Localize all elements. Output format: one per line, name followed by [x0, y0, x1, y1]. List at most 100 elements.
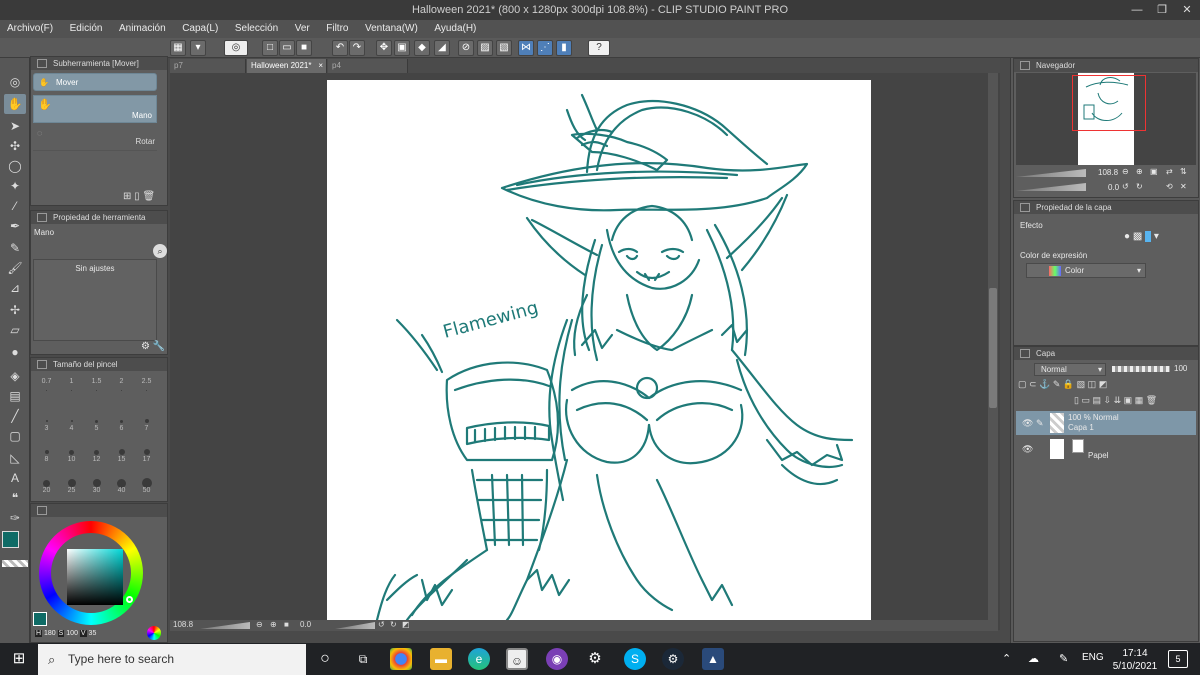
menu-edicion[interactable]: Edición — [63, 20, 110, 38]
skype-icon[interactable]: S — [624, 648, 646, 670]
language-indicator[interactable]: ENG — [1082, 652, 1104, 663]
pen-tool-icon[interactable]: ✒ — [4, 216, 26, 236]
layer-color-icon[interactable]: ■ — [1145, 231, 1152, 242]
opacity-slider[interactable] — [1112, 366, 1170, 372]
zoom-tool-icon[interactable]: ◎ — [4, 72, 26, 92]
menu-archivo[interactable]: Archivo(F) — [0, 20, 60, 38]
menu-seleccion[interactable]: Selección — [228, 20, 285, 38]
scale-icon[interactable]: ◢ — [434, 40, 450, 56]
color-picker-handle[interactable] — [126, 596, 133, 603]
blend-tool-icon[interactable]: ● — [4, 342, 26, 362]
magic-wand-tool-icon[interactable]: ✦ — [4, 176, 26, 196]
tab-halloween-2021[interactable]: Halloween 2021* × — [247, 59, 327, 73]
tab-p7[interactable]: p7 — [170, 59, 246, 73]
apply-mask-icon[interactable]: ▦ — [1135, 395, 1144, 405]
redo-icon[interactable]: ↷ — [349, 40, 365, 56]
hand-tool-icon[interactable]: ✋ — [4, 94, 26, 114]
brush-size-option[interactable]: 20 — [34, 473, 59, 494]
menu-ventana[interactable]: Ventana(W) — [358, 20, 425, 38]
layer-color-icon[interactable]: ◩ — [1099, 379, 1108, 389]
clip-studio-taskbar-icon[interactable]: ☺ — [506, 648, 528, 670]
new-file-icon[interactable]: □ — [262, 40, 278, 56]
selection-off-icon[interactable]: ⊘ — [458, 40, 474, 56]
expression-color-select[interactable]: Color ▾ — [1026, 263, 1146, 278]
mask-icon[interactable]: ▧ — [1077, 379, 1086, 389]
new-folder-icon[interactable]: ▤ — [1093, 395, 1102, 405]
brush-size-option[interactable]: 50 — [134, 473, 159, 494]
snap-special-ruler-icon[interactable]: ⋰ — [537, 40, 553, 56]
network-icon[interactable]: ☁ — [1028, 652, 1039, 665]
visibility-eye-icon[interactable]: 👁 — [1022, 418, 1033, 429]
grid-view-icon[interactable]: ▦ — [170, 40, 186, 56]
new-raster-layer-icon[interactable]: ▯ — [1074, 395, 1079, 405]
tone-effect-icon[interactable]: ▩ — [1133, 231, 1142, 242]
eyedropper-tool-icon[interactable]: ⁄ — [4, 196, 26, 216]
brush-size-option[interactable]: 6 — [109, 411, 134, 432]
visibility-eye-icon[interactable]: 👁 — [1022, 444, 1033, 455]
border-effect-icon[interactable]: ● — [1124, 231, 1130, 242]
lasso-tool-icon[interactable]: ◯ — [4, 156, 26, 176]
fill-icon[interactable]: ◆ — [414, 40, 430, 56]
brush-size-option[interactable]: 40 — [109, 473, 134, 494]
clear-icon[interactable]: ▣ — [394, 40, 410, 56]
open-folder-icon[interactable]: ▭ — [279, 40, 295, 56]
main-color-swatch[interactable] — [2, 531, 19, 548]
zoom-in-icon[interactable]: ⊕ — [270, 620, 277, 629]
menu-filtro[interactable]: Filtro — [319, 20, 355, 38]
color-mode-icon[interactable] — [147, 626, 161, 640]
file-explorer-icon[interactable]: ▬ — [430, 648, 452, 670]
navigator-zoom-slider[interactable] — [1016, 169, 1086, 177]
canvas-paper[interactable]: Flamewing — [327, 80, 871, 622]
invert-selection-icon[interactable]: ▨ — [477, 40, 493, 56]
brush-size-option[interactable]: 1.5 — [84, 378, 109, 394]
maximize-button[interactable]: ❐ — [1151, 0, 1173, 20]
lock-transparent-icon[interactable]: 🔒 — [1063, 379, 1074, 389]
navigator-preview[interactable] — [1016, 73, 1196, 165]
frame-tool-icon[interactable]: ▢ — [4, 426, 26, 446]
delete-layer-icon[interactable]: 🗑 — [1146, 395, 1157, 405]
brush-tool-icon[interactable]: 🖌 — [4, 258, 26, 278]
transfer-icon[interactable]: ⇩ — [1104, 395, 1112, 405]
brush-size-option[interactable]: 1 — [59, 378, 84, 394]
brush-size-option[interactable]: 3 — [34, 411, 59, 432]
close-button[interactable]: ✕ — [1176, 0, 1198, 20]
add-subtool-icon[interactable]: ⊞ — [123, 191, 131, 202]
airbrush-tool-icon[interactable]: ⊿ — [4, 278, 26, 298]
menu-ver[interactable]: Ver — [288, 20, 317, 38]
new-vector-layer-icon[interactable]: ▭ — [1081, 395, 1090, 405]
merge-icon[interactable]: ⇊ — [1114, 395, 1122, 405]
settings-icon[interactable]: ⚙ — [584, 648, 606, 670]
fill-tool-icon[interactable]: ◈ — [4, 366, 26, 386]
draft-icon[interactable]: ✎ — [1053, 379, 1061, 389]
app-icon[interactable]: ▲ — [702, 648, 724, 670]
wrench-icon[interactable]: 🔧 — [153, 341, 165, 352]
reference-icon[interactable]: ⚓ — [1039, 379, 1050, 389]
clip-studio-icon[interactable]: ◎ — [224, 40, 248, 56]
ruler-icon[interactable]: ◫ — [1088, 379, 1097, 389]
brush-size-option[interactable]: 15 — [109, 442, 134, 463]
pen-tray-icon[interactable]: ✎ — [1059, 652, 1068, 665]
clipping-icon[interactable]: ⊂ — [1029, 379, 1037, 389]
saturation-value-square[interactable] — [67, 549, 123, 605]
layer-row-capa-1[interactable]: 👁 ✎ 100 % Normal Capa 1 — [1016, 411, 1196, 435]
brush-size-option[interactable]: 2 — [109, 378, 134, 394]
lock-icon[interactable]: ▢ — [1018, 379, 1027, 389]
windows-start-icon[interactable]: ⊞ — [8, 648, 30, 670]
show-selection-icon[interactable]: ▧ — [496, 40, 512, 56]
brush-size-option[interactable]: 7 — [134, 411, 159, 432]
clock[interactable]: 17:14 5/10/2021 — [1110, 647, 1160, 673]
search-icon[interactable]: ⌕ — [153, 244, 167, 258]
fit-screen-icon[interactable]: ▣ — [1150, 167, 1158, 176]
minimize-button[interactable]: — — [1126, 0, 1148, 20]
undo-icon[interactable]: ↶ — [332, 40, 348, 56]
hue-ring[interactable] — [39, 521, 143, 625]
steam-icon[interactable]: ⚙ — [662, 648, 684, 670]
brush-size-option[interactable]: 2.5 — [134, 378, 159, 394]
dropdown-chevron-icon[interactable]: ▾ — [1154, 231, 1159, 242]
tab-p4[interactable]: p4 — [328, 59, 408, 73]
fit-icon[interactable]: ■ — [284, 620, 289, 629]
zoom-out-icon[interactable]: ⊖ — [256, 620, 263, 629]
close-tab-icon[interactable]: × — [318, 59, 323, 73]
rotate-left-icon[interactable]: ↺ — [1122, 182, 1129, 191]
delete-subtool-icon[interactable]: 🗑 — [142, 191, 155, 202]
